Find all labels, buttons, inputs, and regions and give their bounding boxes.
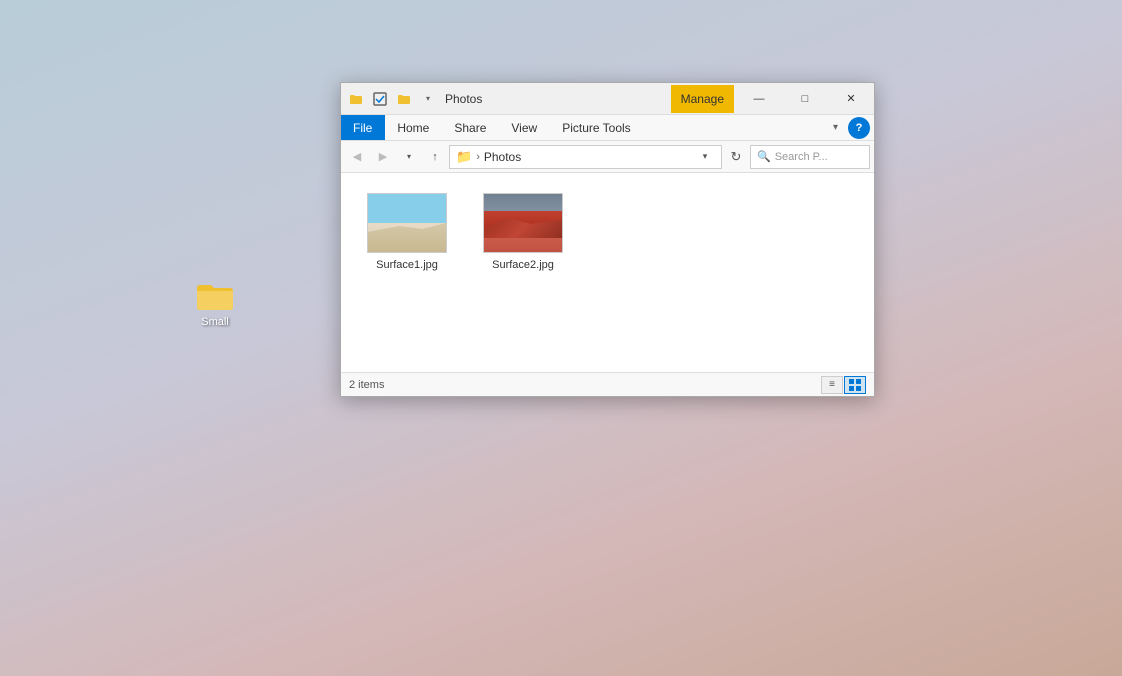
ribbon-tabs: File Home Share View Picture Tools ▾ ? [341, 115, 874, 141]
dropdown-chevron-icon: ▾ [703, 151, 708, 162]
qat-dropdown-btn[interactable]: ▾ [417, 88, 439, 110]
title-bar: ▾ Photos Manage — □ ✕ [341, 83, 874, 115]
address-separator: › [476, 151, 480, 163]
search-box[interactable]: 🔍 Search P... [750, 145, 870, 169]
search-placeholder: Search P... [775, 151, 828, 163]
search-icon: 🔍 [757, 150, 771, 163]
file-name-surface1: Surface1.jpg [376, 259, 438, 271]
help-button[interactable]: ? [848, 117, 870, 139]
back-button[interactable]: ◀ [345, 145, 369, 169]
file-item-surface2[interactable]: Surface2.jpg [473, 189, 573, 356]
tab-share[interactable]: Share [442, 115, 499, 140]
surface2-preview [484, 193, 562, 253]
tab-picture-tools[interactable]: Picture Tools [550, 115, 643, 140]
desktop-folder-icon[interactable]: Small [185, 280, 245, 329]
qat-folder2-icon [397, 93, 411, 105]
tiles-view-icon [849, 379, 861, 391]
recent-icon: ▾ [407, 152, 411, 161]
content-area: Surface1.jpg Surface2.jpg [341, 173, 874, 372]
qat-folder-icon [349, 93, 363, 105]
chevron-down-icon: ▾ [833, 122, 838, 133]
qat-check-icon [373, 92, 387, 106]
tab-home[interactable]: Home [385, 115, 442, 140]
refresh-button[interactable]: ↻ [724, 145, 748, 169]
address-dropdown-button[interactable]: ▾ [695, 151, 715, 162]
tiles-view-button[interactable] [844, 376, 866, 394]
window-controls: — □ ✕ [736, 83, 874, 114]
up-icon: ↑ [432, 151, 438, 163]
tab-view[interactable]: View [499, 115, 550, 140]
surface1-preview [368, 193, 446, 253]
view-buttons: ≡ [821, 376, 866, 394]
close-button[interactable]: ✕ [828, 83, 874, 115]
forward-icon: ▶ [379, 150, 387, 163]
folder-icon [195, 280, 235, 312]
ribbon-expand-button[interactable]: ▾ [827, 115, 844, 140]
qat-folder2-btn[interactable] [393, 88, 415, 110]
refresh-icon: ↻ [731, 149, 742, 165]
items-count-label: 2 items [349, 379, 821, 391]
address-path-label: Photos [484, 150, 521, 164]
thumbnail-surface2 [483, 193, 563, 253]
window-title: Photos [445, 92, 482, 106]
qat-folder-btn[interactable] [345, 88, 367, 110]
file-item-surface1[interactable]: Surface1.jpg [357, 189, 457, 356]
address-input[interactable]: 📁 › Photos ▾ [449, 145, 722, 169]
thumbnail-surface1 [367, 193, 447, 253]
qat-check-btn[interactable] [369, 88, 391, 110]
tab-file[interactable]: File [341, 115, 385, 140]
minimize-button[interactable]: — [736, 83, 782, 115]
manage-tab-button[interactable]: Manage [671, 85, 734, 113]
address-folder-icon: 📁 [456, 149, 472, 165]
details-view-button[interactable]: ≡ [821, 376, 843, 394]
status-bar: 2 items ≡ [341, 372, 874, 396]
qat-chevron-icon: ▾ [426, 94, 430, 103]
file-name-surface2: Surface2.jpg [492, 259, 554, 271]
recent-locations-button[interactable]: ▾ [397, 145, 421, 169]
back-icon: ◀ [353, 150, 361, 163]
up-button[interactable]: ↑ [423, 145, 447, 169]
maximize-button[interactable]: □ [782, 83, 828, 115]
quick-access-toolbar: ▾ Photos [345, 88, 671, 110]
address-bar: ◀ ▶ ▾ ↑ 📁 › Photos ▾ ↻ 🔍 Search P... [341, 141, 874, 173]
desktop-icon-label: Small [201, 316, 229, 329]
forward-button[interactable]: ▶ [371, 145, 395, 169]
file-explorer-window: ▾ Photos Manage — □ ✕ File Home Share [340, 82, 875, 397]
details-view-icon: ≡ [829, 379, 835, 390]
